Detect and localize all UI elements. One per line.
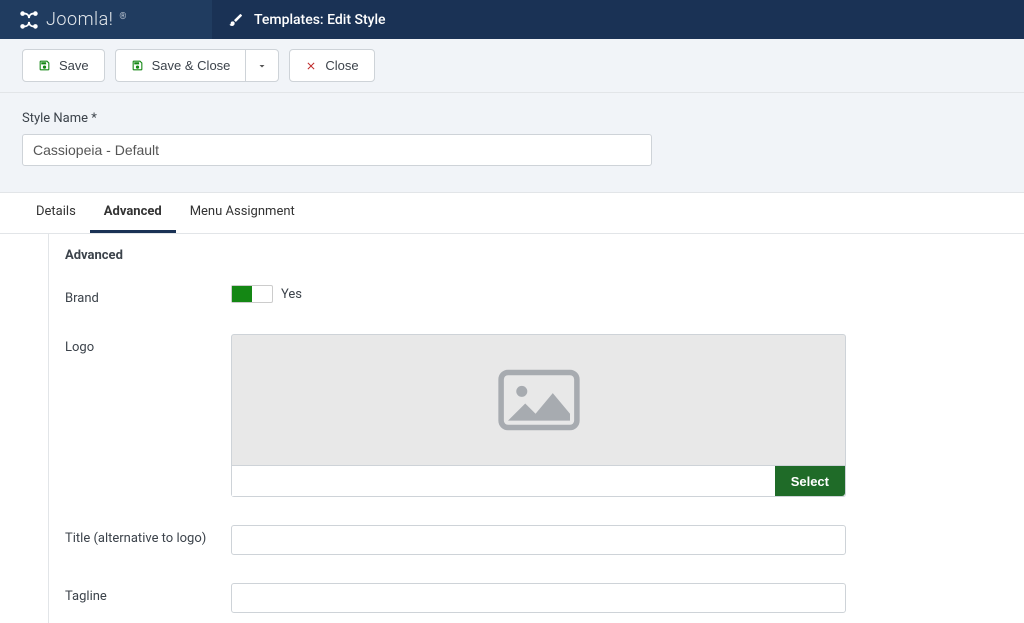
title-alt-label: Title (alternative to logo) [65, 525, 231, 546]
style-name-label: Style Name * [22, 111, 1002, 126]
brand-toggle-label: Yes [281, 287, 302, 302]
logo-path-input[interactable] [232, 466, 775, 496]
tagline-label: Tagline [65, 583, 231, 604]
style-name-input[interactable] [22, 134, 652, 166]
brand-label: Brand [65, 285, 231, 306]
title-alt-input[interactable] [231, 525, 846, 555]
form-header: Style Name * [0, 93, 1024, 193]
save-close-button[interactable]: Save & Close [115, 49, 246, 82]
fieldset-legend: Advanced [49, 234, 1002, 285]
title-area: Templates: Edit Style [212, 0, 1024, 39]
logo-select-button[interactable]: Select [775, 466, 845, 496]
brand-toggle-wrap: Yes [231, 285, 846, 303]
content: Advanced Brand Yes Logo [0, 234, 1024, 623]
tagline-input[interactable] [231, 583, 846, 613]
brand-area: Joomla! ® [0, 0, 212, 39]
close-label: Close [325, 58, 358, 73]
image-placeholder-icon [497, 369, 581, 431]
brand-toggle[interactable] [231, 285, 273, 303]
joomla-logo-icon [18, 9, 40, 31]
row-tagline: Tagline [49, 583, 1002, 623]
row-logo: Logo Select [49, 334, 1002, 525]
row-title: Title (alternative to logo) [49, 525, 1002, 583]
tabs: Details Advanced Menu Assignment [0, 193, 1024, 234]
brand-text: Joomla! [46, 9, 113, 30]
logo-preview [231, 334, 846, 466]
brush-icon [228, 12, 244, 28]
logo-select-row: Select [231, 466, 846, 497]
close-icon [305, 60, 317, 72]
row-brand: Brand Yes [49, 285, 1002, 334]
tab-advanced[interactable]: Advanced [90, 193, 176, 233]
save-icon [38, 59, 51, 72]
save-close-group: Save & Close [115, 49, 280, 82]
toolbar: Save Save & Close Close [0, 39, 1024, 93]
fieldset-advanced: Advanced Brand Yes Logo [48, 234, 1002, 623]
brand-registered-icon: ® [119, 12, 126, 22]
close-button[interactable]: Close [289, 49, 374, 82]
save-dropdown-button[interactable] [245, 49, 279, 82]
tab-details[interactable]: Details [22, 193, 90, 233]
save-icon [131, 59, 144, 72]
tab-menu-assignment[interactable]: Menu Assignment [176, 193, 309, 233]
save-close-label: Save & Close [152, 58, 231, 73]
logo-label: Logo [65, 334, 231, 355]
save-label: Save [59, 58, 89, 73]
chevron-down-icon [256, 60, 268, 72]
save-button[interactable]: Save [22, 49, 105, 82]
admin-header: Joomla! ® Templates: Edit Style [0, 0, 1024, 39]
page-title: Templates: Edit Style [254, 12, 386, 28]
